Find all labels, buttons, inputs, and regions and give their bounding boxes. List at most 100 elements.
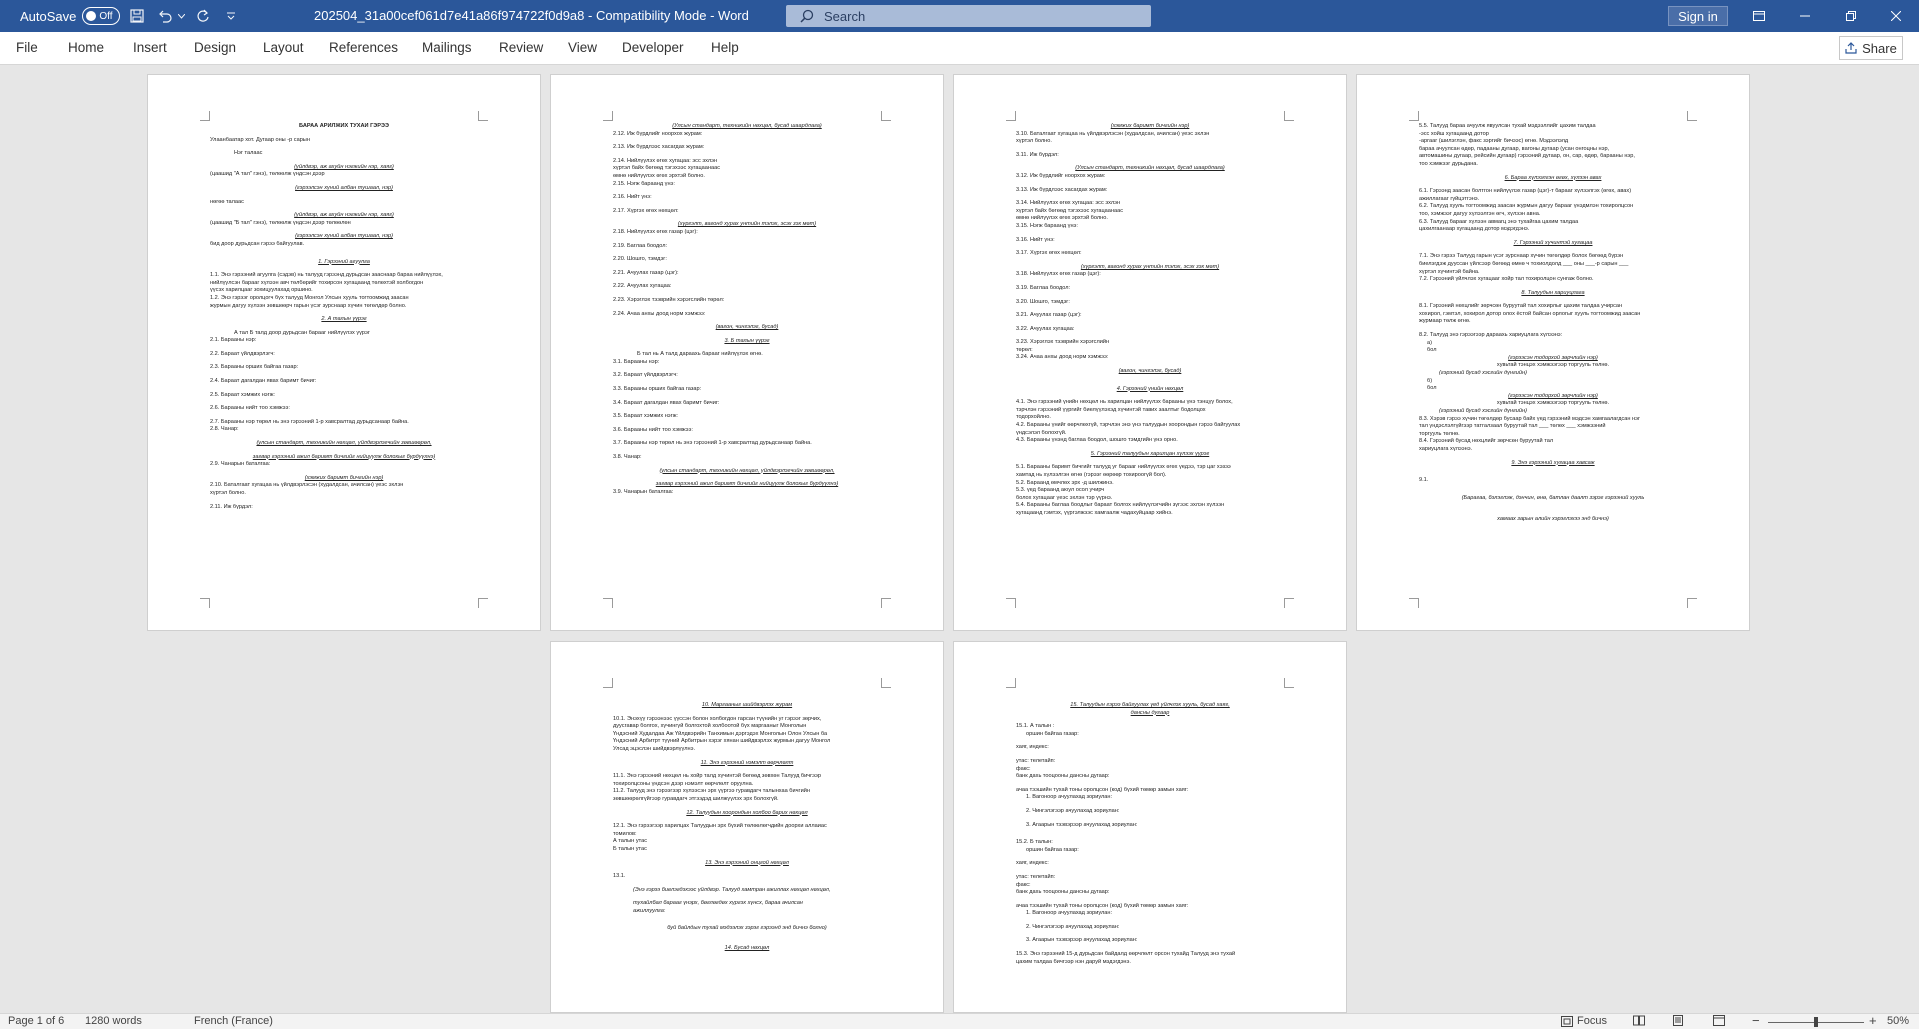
close-icon[interactable]	[1873, 0, 1919, 32]
document-page-2[interactable]: (Улсын стандарт, техникийн нөхцөл, бусад…	[550, 74, 944, 631]
doc-line: торгууль төлнө.	[1419, 430, 1460, 437]
tab-insert[interactable]: Insert	[133, 40, 167, 55]
doc-line: тал үндэслэлгүйгээр татгалзаал буруутай …	[1419, 423, 1606, 430]
doc-line: 2.20. Шошго, тэмдэг:	[613, 256, 667, 263]
section-heading: 5. Гэрээний талуудын харилцан хүлээх үүр…	[1090, 450, 1210, 457]
word-count[interactable]: 1280 words	[85, 1015, 142, 1027]
language-indicator[interactable]: French (France)	[194, 1015, 273, 1027]
maximize-icon[interactable]	[1828, 0, 1874, 32]
save-icon[interactable]	[126, 5, 148, 27]
zoom-slider-thumb[interactable]	[1814, 1017, 1818, 1027]
print-layout-icon[interactable]	[1672, 1015, 1684, 1029]
doc-line: нөгөө талаас	[210, 198, 244, 205]
doc-line: 2.3. Барааны орших байгаа газар:	[210, 364, 299, 371]
page-content: 15. Талуудын гэрээ байгуулах үед үйлчлэх…	[1016, 684, 1284, 1012]
doc-line: (улсын стандарт, техникийн нөхцөл, үйлдв…	[659, 467, 835, 474]
page-count[interactable]: Page 1 of 6	[8, 1015, 64, 1027]
doc-line: (вагон, чингэлэг, бусад)	[1118, 368, 1182, 375]
doc-line: 2.1. Барааны нэр:	[210, 337, 257, 344]
doc-line: 13.1.	[613, 873, 626, 880]
doc-line: (цаашид "А тал" гэнэ), төлөөлж үндсэн дэ…	[210, 171, 325, 178]
doc-line: 3.22. Ачуулах хугацаа:	[1016, 325, 1075, 332]
doc-line: 1.2. Энэ гэрээг оролцогч бүх талууд Монг…	[210, 294, 409, 301]
focus-button[interactable]: Focus	[1561, 1015, 1607, 1027]
doc-line: 10.1. Энэхүү гэрээнээс үүссэн болон холб…	[613, 715, 822, 722]
customize-qat-icon[interactable]	[220, 5, 242, 27]
undo-icon[interactable]	[154, 5, 176, 27]
doc-line: 3.9. Чанарын баталгаа:	[613, 488, 674, 495]
doc-line: 3. Агаарын тээвэрээр ачуулахад зориулан:	[1026, 821, 1138, 828]
doc-line: 3.10. Баталгаат хугацаа нь үйлдвэрлэсэн …	[1016, 130, 1210, 137]
doc-line: 2.14. Нийлүүлэх өгөх хугацаа: эсс эхлэн	[613, 157, 718, 164]
doc-line: (хэмжих баримт бичгийн нэр)	[304, 474, 384, 481]
tab-home[interactable]: Home	[68, 40, 104, 55]
tab-help[interactable]: Help	[711, 40, 739, 55]
doc-line: журмын дагуу хүлээн зөвшөөрч гарын үсэг …	[210, 302, 407, 309]
web-layout-icon[interactable]	[1713, 1015, 1725, 1029]
minimize-icon[interactable]	[1782, 0, 1828, 32]
undo-dropdown-icon[interactable]	[176, 5, 186, 27]
document-page-6[interactable]: 15. Талуудын гэрээ байгуулах үед үйлчлэх…	[953, 641, 1347, 1013]
doc-line: 1.1. Энэ гэрээний агуулга (сэдэв) нь тал…	[210, 272, 443, 279]
tab-references[interactable]: References	[329, 40, 398, 55]
doc-line: тоо хэмжээг дурьдана.	[1419, 160, 1478, 167]
doc-line: 5.2. Бараанд өмчлөх эрх -д шилжинэ.	[1016, 479, 1114, 486]
doc-line: 9.1.	[1419, 477, 1429, 484]
doc-line: цахилгаанаар хугацаанд дотор мэдэгдэнэ.	[1419, 226, 1530, 233]
doc-line: тоо, хэмжээг дагуу хүлээлгэн өгч, хүлээн…	[1419, 210, 1541, 217]
document-area[interactable]: БАРАА АРИЛЖИХ ТУХАЙ ГЭРЭЭ Улаанбаатар хо…	[0, 66, 1919, 1013]
doc-line: 2.17. Хүргэх өгөх нөхцөл:	[613, 207, 679, 214]
section-heading: 12. Талуудын хоорондын холбоо барих нөхц…	[686, 809, 808, 816]
ribbon-display-icon[interactable]	[1736, 0, 1782, 32]
tab-mailings[interactable]: Mailings	[422, 40, 472, 55]
tab-layout[interactable]: Layout	[263, 40, 304, 55]
page-content: 5.5. Талууд бараа ачуулж явуулсан тухай …	[1419, 117, 1687, 600]
page-content: 10. Маргааныг шийдвэрлэх журам 10.1. Энэ…	[613, 684, 881, 1012]
doc-line: 3.13. Иж бүрдлээс хасагдах журам:	[1016, 186, 1108, 193]
read-mode-icon[interactable]	[1633, 1015, 1645, 1029]
doc-line: 2.5. Бараат хэмжих нэгж:	[210, 391, 275, 398]
share-icon	[1845, 42, 1857, 54]
title-bar: AutoSave Off 202504_31a00cef061d7e41a86f…	[0, 0, 1919, 32]
document-page-5[interactable]: 10. Маргааныг шийдвэрлэх журам 10.1. Энэ…	[550, 641, 944, 1013]
doc-line: 3.2. Бараат үйлдвэрлэгч:	[613, 372, 678, 379]
doc-line: 11.2. Талууд энэ гэрээгээр хүлээсэн эрх …	[613, 788, 810, 795]
doc-line: 3.4. Бараат дагалдан явах баримт бичиг:	[613, 399, 720, 406]
tab-file[interactable]: File	[16, 40, 38, 55]
document-page-3[interactable]: (хэмжих баримт бичгийн нэр) 3.10. Баталг…	[953, 74, 1347, 631]
tab-developer[interactable]: Developer	[622, 40, 684, 55]
tab-review[interactable]: Review	[499, 40, 543, 55]
doc-line: 2.24. Ачаа анхы доод норм хэмжээ:	[613, 310, 706, 317]
autosave-control[interactable]: AutoSave Off	[20, 7, 121, 25]
share-label: Share	[1862, 40, 1897, 56]
doc-line: (хэмжих баримт бичгийн нэр)	[1110, 123, 1190, 129]
doc-line: 3. Агаарын тээвэрээр ачуулахад зориулан:	[1026, 937, 1138, 944]
redo-icon[interactable]	[192, 5, 214, 27]
doc-line: 2.21. Ачуулах газар (цэг):	[613, 269, 679, 276]
doc-line: бол	[1427, 347, 1437, 354]
doc-line: (Энэ гэрээ биелэгдэхээс үйлдвэр. Талууд …	[633, 886, 831, 893]
share-button[interactable]: Share	[1839, 36, 1903, 60]
doc-line: бараа ачуулсан өдөр, падааны дугаар, ваг…	[1419, 145, 1610, 152]
doc-line: оршин байгаа газар:	[1026, 730, 1079, 737]
document-page-4[interactable]: 5.5. Талууд бараа ачуулж явуулсан тухай …	[1356, 74, 1750, 631]
search-box[interactable]: Search	[786, 5, 1151, 27]
autosave-toggle[interactable]: Off	[82, 7, 121, 25]
doc-line: хугацаанд гэмтэх, үүргэлжээс хамгаалж ча…	[1016, 509, 1173, 516]
doc-line: Б талын утас	[613, 845, 647, 852]
document-page-1[interactable]: БАРАА АРИЛЖИХ ТУХАЙ ГЭРЭЭ Улаанбаатар хо…	[147, 74, 541, 631]
doc-line: 15.3. Энэ гэрээний 15-д дурьдсан байдалд…	[1016, 951, 1236, 958]
signin-button[interactable]: Sign in	[1668, 6, 1728, 26]
zoom-level[interactable]: 50%	[1887, 1015, 1909, 1027]
doc-line: (вагон, чингэлэг, бусад)	[715, 324, 779, 331]
page-content: (хэмжих баримт бичгийн нэр) 3.10. Баталг…	[1016, 117, 1284, 600]
zoom-in-icon[interactable]: +	[1869, 1013, 1877, 1028]
doc-title: БАРАА АРИЛЖИХ ТУХАЙ ГЭРЭЭ	[299, 123, 389, 129]
doc-line: 3.21. Ачуулах газар (цэг):	[1016, 312, 1082, 319]
tab-view[interactable]: View	[568, 40, 597, 55]
tab-design[interactable]: Design	[194, 40, 236, 55]
zoom-out-icon[interactable]: −	[1752, 1013, 1760, 1028]
doc-line: 4.3. Барааны үнэнд баглаа боодол, шошго …	[1016, 437, 1178, 444]
doc-line: бид доор дурьдсан гэрээ байгуулав.	[210, 240, 305, 247]
doc-line: өмнө нийлүүлэх өгөх эрхтэй болно.	[1016, 215, 1108, 222]
